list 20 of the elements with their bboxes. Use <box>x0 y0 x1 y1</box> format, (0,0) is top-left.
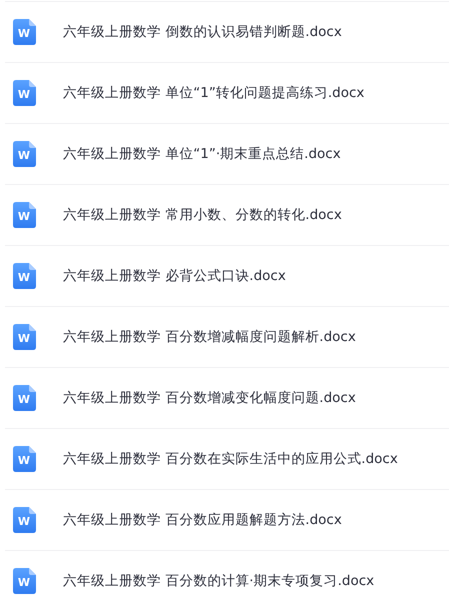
word-file-icon: W <box>13 324 36 350</box>
file-name[interactable]: 六年级上册数学 百分数增减变化幅度问题.docx <box>63 389 356 407</box>
file-name[interactable]: 六年级上册数学 倒数的认识易错判断题.docx <box>63 23 342 41</box>
word-file-icon: W <box>13 263 36 289</box>
word-file-icon: W <box>13 202 36 228</box>
word-file-icon: W <box>13 141 36 167</box>
file-name[interactable]: 六年级上册数学 百分数增减幅度问题解析.docx <box>63 328 356 346</box>
word-file-icon: W <box>13 19 36 45</box>
file-name[interactable]: 六年级上册数学 百分数应用题解题方法.docx <box>63 511 342 529</box>
word-file-icon: W <box>13 507 36 533</box>
file-name[interactable]: 六年级上册数学 单位“1”转化问题提高练习.docx <box>63 84 364 102</box>
file-name[interactable]: 六年级上册数学 百分数的计算·期末专项复习.docx <box>63 572 374 590</box>
file-name[interactable]: 六年级上册数学 常用小数、分数的转化.docx <box>63 206 342 224</box>
word-file-icon: W <box>13 446 36 472</box>
word-file-icon: W <box>13 80 36 106</box>
word-file-icon: W <box>13 385 36 411</box>
file-name[interactable]: 六年级上册数学 必背公式口诀.docx <box>63 267 286 285</box>
file-name[interactable]: 六年级上册数学 百分数在实际生活中的应用公式.docx <box>63 450 398 468</box>
file-name[interactable]: 六年级上册数学 单位“1”·期末重点总结.docx <box>63 145 341 163</box>
word-file-icon: W <box>13 568 36 594</box>
